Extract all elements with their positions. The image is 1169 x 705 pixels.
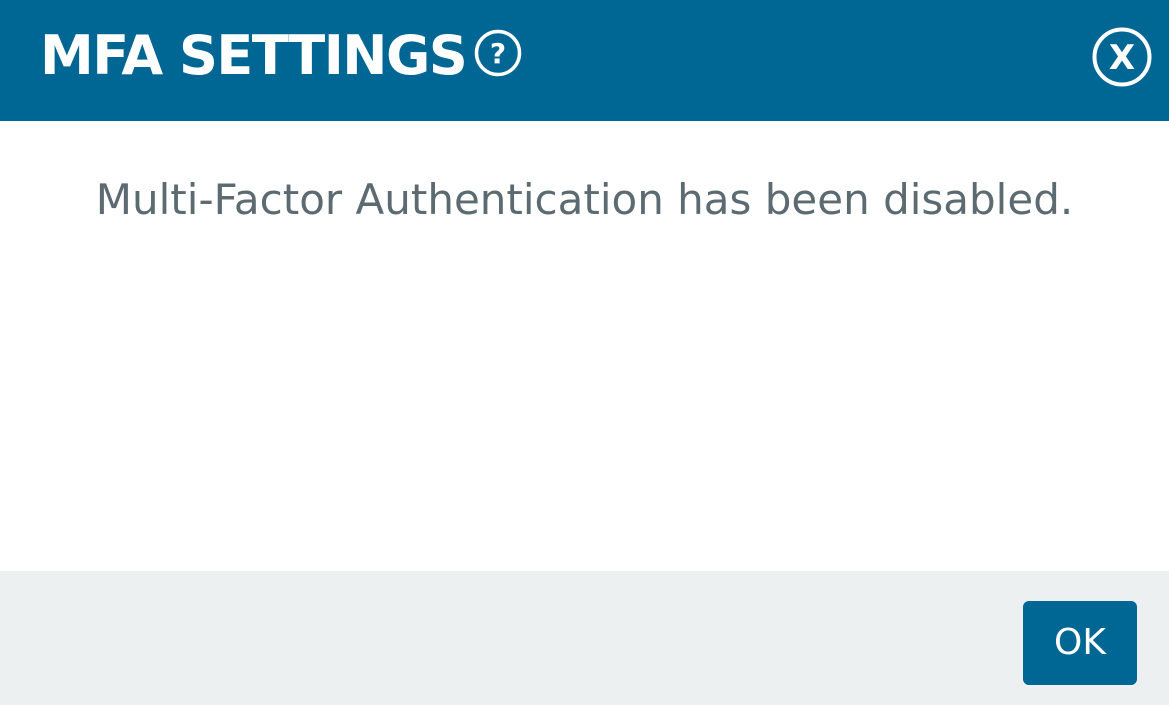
svg-text:?: ?	[490, 37, 506, 70]
close-circle-icon: X	[1092, 27, 1152, 87]
dialog-body: Multi-Factor Authentication has been dis…	[0, 121, 1169, 571]
help-icon[interactable]: ?	[474, 29, 522, 77]
close-icon[interactable]: X	[1092, 27, 1152, 87]
svg-text:X: X	[1109, 38, 1135, 78]
mfa-settings-dialog: MFA SETTINGS ? X Multi-Factor Authentica…	[0, 0, 1169, 705]
question-circle-icon: ?	[474, 29, 522, 77]
ok-button[interactable]: OK	[1023, 601, 1137, 685]
status-message: Multi-Factor Authentication has been dis…	[95, 175, 1074, 224]
dialog-footer: OK	[0, 571, 1169, 705]
dialog-header: MFA SETTINGS ? X	[0, 0, 1169, 121]
dialog-title: MFA SETTINGS	[40, 24, 468, 87]
